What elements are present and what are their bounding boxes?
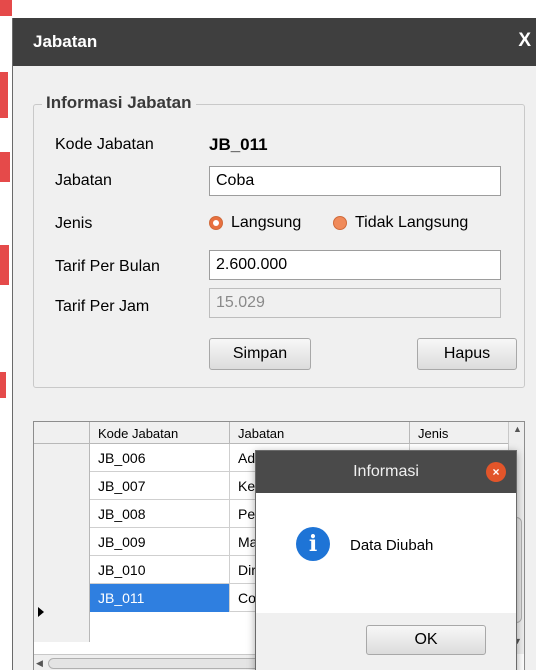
tarif-jam-input: [209, 288, 501, 318]
kode-jabatan-label: Kode Jabatan: [55, 136, 154, 153]
dialog-body: i Data Diubah: [256, 493, 516, 613]
jabatan-label: Jabatan: [55, 172, 112, 189]
watermark-fragment: [0, 0, 12, 16]
groupbox-title: Informasi Jabatan: [42, 93, 196, 113]
current-row-arrow-icon: [38, 607, 44, 617]
tarif-bulan-label: Tarif Per Bulan: [55, 258, 160, 275]
watermark-fragment: [0, 152, 10, 182]
watermark-fragment: [0, 245, 9, 285]
radio-unchecked-icon: [333, 216, 347, 230]
simpan-button[interactable]: Simpan: [209, 338, 311, 370]
ok-button[interactable]: OK: [366, 625, 486, 655]
scroll-left-icon[interactable]: ◀: [36, 658, 43, 669]
jabatan-window: Jabatan X Informasi Jabatan Kode Jabatan…: [12, 18, 536, 670]
cell-kode[interactable]: JB_007: [90, 472, 230, 500]
info-icon: i: [296, 527, 330, 561]
kode-jabatan-value: JB_011: [209, 135, 268, 154]
dialog-message: Data Diubah: [350, 537, 434, 554]
jenis-label: Jenis: [55, 215, 93, 232]
cell-kode[interactable]: JB_008: [90, 500, 230, 528]
informasi-dialog: Informasi × i Data Diubah OK: [255, 450, 517, 670]
radio-tidak-langsung-label: Tidak Langsung: [355, 214, 469, 231]
tarif-jam-label: Tarif Per Jam: [55, 298, 150, 315]
grid-column-header[interactable]: Kode Jabatan: [90, 422, 230, 444]
grid-column-header[interactable]: Jenis: [410, 422, 510, 444]
window-titlebar[interactable]: Jabatan X: [13, 18, 536, 66]
radio-langsung[interactable]: Langsung: [209, 214, 301, 232]
close-icon[interactable]: X: [518, 30, 531, 52]
cell-kode[interactable]: JB_011: [90, 584, 230, 612]
jabatan-input[interactable]: [209, 166, 501, 196]
cell-kode[interactable]: JB_010: [90, 556, 230, 584]
radio-langsung-label: Langsung: [231, 214, 302, 231]
cell-kode[interactable]: JB_006: [90, 444, 230, 472]
cell-kode[interactable]: JB_009: [90, 528, 230, 556]
dialog-close-icon[interactable]: ×: [486, 462, 506, 482]
dialog-title[interactable]: Informasi: [256, 451, 516, 493]
window-title: Jabatan: [33, 32, 98, 51]
grid-column-header[interactable]: Jabatan: [230, 422, 410, 444]
watermark-fragment: [0, 372, 6, 398]
watermark-strip: [0, 0, 12, 670]
watermark-fragment: [0, 72, 8, 118]
radio-checked-icon: [209, 216, 223, 230]
grid-corner: [34, 422, 90, 444]
row-header-column: [34, 444, 90, 642]
tarif-bulan-input[interactable]: [209, 250, 501, 280]
grid-header: Kode Jabatan Jabatan Jenis: [34, 422, 510, 444]
hapus-button[interactable]: Hapus: [417, 338, 517, 370]
radio-tidak-langsung[interactable]: Tidak Langsung: [333, 214, 468, 232]
scroll-up-icon[interactable]: ▲: [513, 424, 522, 434]
